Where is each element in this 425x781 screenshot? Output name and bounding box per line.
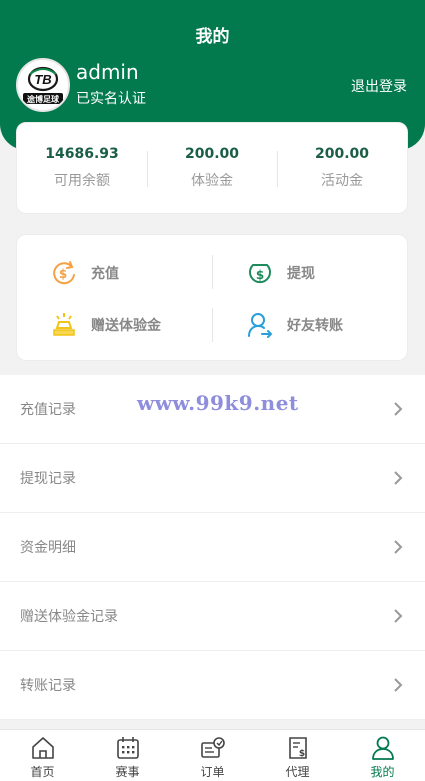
stat-value: 200.00	[314, 146, 370, 162]
menu-item-label: 转账记录	[20, 678, 76, 694]
stat-trial-funds: 200.00 体验金	[147, 123, 277, 213]
tab-label: 订单	[200, 765, 225, 779]
quick-actions-card: $ 充值 $ 提现 赠送体验金 好友转账	[16, 234, 408, 361]
friend-transfer-button[interactable]: 好友转账	[213, 299, 409, 351]
menu-item-trial-gift-records[interactable]: 赠送体验金记录	[0, 582, 425, 651]
tab-label: 赛事	[115, 765, 140, 779]
action-label: 提现	[287, 266, 315, 282]
verify-status: 已实名认证	[76, 91, 146, 107]
menu-item-withdraw-records[interactable]: 提现记录	[0, 444, 425, 513]
recharge-icon: $	[50, 259, 78, 287]
tab-label: 首页	[30, 765, 55, 779]
withdraw-button[interactable]: $ 提现	[213, 247, 409, 299]
menu-item-label: 赠送体验金记录	[20, 609, 118, 625]
watermark: www.99k9.net	[137, 391, 299, 415]
agent-icon: $	[288, 737, 307, 759]
action-label: 好友转账	[287, 318, 343, 334]
stat-label: 体验金	[191, 173, 233, 189]
action-label: 赠送体验金	[91, 318, 161, 334]
logo-text: TB	[34, 72, 51, 87]
tab-matches[interactable]: 赛事	[85, 730, 170, 781]
menu-item-fund-details[interactable]: 资金明细	[0, 513, 425, 582]
tab-home[interactable]: 首页	[0, 730, 85, 781]
brand-logo-icon: TB 途博足球	[18, 60, 68, 110]
user-icon	[371, 736, 394, 760]
home-icon	[31, 737, 54, 759]
bottom-tab-bar: 首页 赛事 订单 $ 代理 我的	[0, 729, 425, 781]
chevron-right-icon	[394, 540, 403, 554]
transfer-user-icon	[246, 311, 274, 339]
svg-text:$: $	[256, 268, 264, 282]
svg-text:$: $	[59, 267, 67, 281]
gold-bar-icon	[50, 311, 78, 339]
chevron-right-icon	[394, 609, 403, 623]
svg-text:$: $	[298, 749, 304, 759]
withdraw-icon: $	[246, 259, 274, 287]
stat-value: 14686.93	[45, 146, 119, 162]
calendar-icon	[116, 737, 139, 759]
stat-label: 活动金	[321, 173, 363, 189]
page-title: 我的	[195, 27, 230, 47]
action-label: 充值	[91, 266, 119, 282]
tab-mine[interactable]: 我的	[340, 730, 425, 781]
stat-activity-funds: 200.00 活动金	[277, 123, 407, 213]
gift-trial-funds-button[interactable]: 赠送体验金	[17, 299, 213, 351]
menu-item-label: 资金明细	[20, 540, 76, 556]
records-menu: 充值记录 提现记录 资金明细 赠送体验金记录 转账记录	[0, 375, 425, 720]
logo-subtext: 途博足球	[27, 94, 60, 104]
tab-label: 我的	[370, 765, 395, 779]
stat-value: 200.00	[184, 146, 240, 162]
recharge-button[interactable]: $ 充值	[17, 247, 213, 299]
order-icon	[200, 737, 225, 758]
stat-available-balance: 14686.93 可用余额	[17, 123, 147, 213]
tab-label: 代理	[285, 765, 310, 779]
tab-orders[interactable]: 订单	[170, 730, 255, 781]
tab-agent[interactable]: $ 代理	[255, 730, 340, 781]
chevron-right-icon	[394, 471, 403, 485]
chevron-right-icon	[394, 402, 403, 416]
menu-item-label: 充值记录	[20, 402, 76, 418]
username: admin	[76, 60, 139, 84]
logout-button[interactable]: 退出登录	[351, 76, 407, 96]
menu-item-label: 提现记录	[20, 471, 76, 487]
balance-card: 14686.93 可用余额 200.00 体验金 200.00 活动金	[16, 122, 408, 214]
menu-item-transfer-records[interactable]: 转账记录	[0, 651, 425, 720]
stat-label: 可用余额	[54, 173, 110, 189]
avatar: TB 途博足球	[16, 58, 70, 112]
chevron-right-icon	[394, 678, 403, 692]
